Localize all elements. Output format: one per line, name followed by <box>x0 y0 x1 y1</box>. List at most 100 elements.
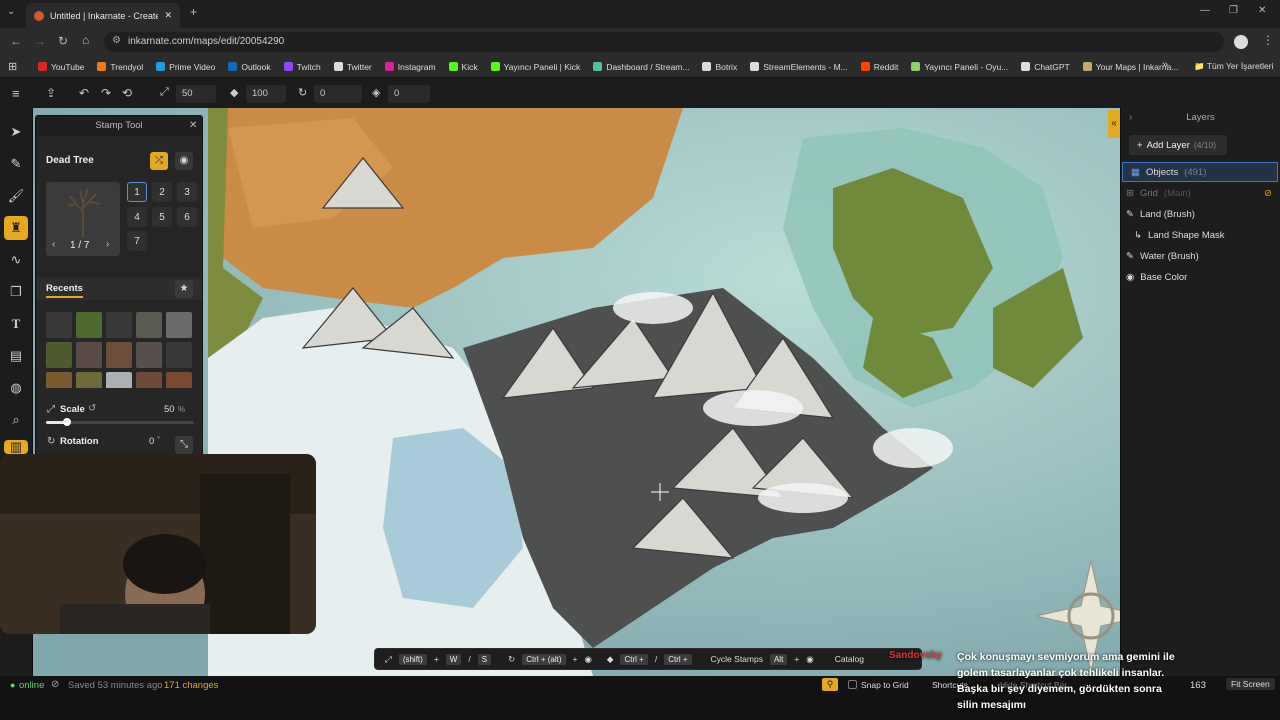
variation-1-button[interactable]: 1 <box>127 182 147 202</box>
site-info-icon[interactable]: ⚙ <box>112 35 121 46</box>
bookmark-item[interactable]: Instagram <box>384 62 436 72</box>
menu-kebab-icon[interactable]: ⋮ <box>1262 33 1274 47</box>
select-tool-icon[interactable]: ➤ <box>4 120 28 144</box>
rotation-value[interactable]: 0 <box>149 436 154 447</box>
variation-7-button[interactable]: 7 <box>127 231 147 251</box>
recent-stamp[interactable] <box>166 312 192 338</box>
bookmark-item[interactable]: Trendyol <box>97 62 143 72</box>
bookmark-item[interactable]: StreamElements - M... <box>750 62 848 72</box>
bookmark-item[interactable]: ChatGPT <box>1021 62 1070 72</box>
extra-tool-icon[interactable]: ▥ <box>4 440 28 454</box>
bookmark-item[interactable]: Twitch <box>283 62 321 72</box>
forward-icon[interactable]: → <box>34 34 46 48</box>
tab-list-icon[interactable]: ⌄ <box>7 6 15 17</box>
brush-tool-icon[interactable]: 🖌 <box>4 184 28 208</box>
undo-icon[interactable]: ↶ <box>79 86 89 100</box>
all-bookmarks-link[interactable]: 📁 Tüm Yer İşaretleri <box>1194 61 1273 72</box>
snap-to-grid-checkbox[interactable] <box>848 680 857 689</box>
bookmark-item[interactable]: YouTube <box>38 62 84 72</box>
bookmark-item[interactable]: Twitter <box>333 62 372 72</box>
favorites-star-icon[interactable]: ★ <box>175 280 193 298</box>
globe-tool-icon[interactable]: ◍ <box>4 376 28 400</box>
recent-stamp[interactable] <box>106 342 132 368</box>
history-icon[interactable]: ⟲ <box>122 86 132 100</box>
rotation-input[interactable]: 0 <box>314 85 362 103</box>
history-icon[interactable]: ⊘ <box>51 679 59 690</box>
bookmark-item[interactable]: Reddit <box>860 62 898 72</box>
bookmark-item[interactable]: Dashboard / Stream... <box>593 62 689 72</box>
layer-land-shape-mask[interactable]: ↳ Land Shape Mask <box>1134 225 1225 245</box>
color-palette-icon[interactable]: ◉ <box>175 152 193 170</box>
recent-stamp[interactable] <box>136 342 162 368</box>
export-icon[interactable]: ⇪ <box>46 86 56 100</box>
layer-base-color[interactable]: ◉ Base Color <box>1126 267 1187 287</box>
text-tool-icon[interactable]: T <box>4 312 28 336</box>
layer-land-brush[interactable]: ✎ Land (Brush) <box>1126 204 1195 224</box>
scale-input[interactable]: 50 <box>176 85 216 103</box>
close-panel-icon[interactable]: ✕ <box>189 120 197 131</box>
eyedropper-tool-icon[interactable]: ✎ <box>4 152 28 176</box>
apps-grid-icon[interactable]: ⊞ <box>8 60 17 73</box>
reload-icon[interactable]: ↻ <box>58 34 68 48</box>
layer-water-brush[interactable]: ✎ Water (Brush) <box>1126 246 1199 266</box>
recent-stamp[interactable] <box>166 342 192 368</box>
path-tool-icon[interactable]: ∿ <box>4 248 28 272</box>
home-icon[interactable]: ⌂ <box>82 33 89 47</box>
scale-slider-handle[interactable] <box>62 418 71 426</box>
back-icon[interactable]: ← <box>10 34 22 48</box>
stamp-tool-icon[interactable]: ♜ <box>4 216 28 240</box>
shape-tool-icon[interactable]: ❐ <box>4 280 28 304</box>
prev-variation-icon[interactable]: ‹ <box>52 239 55 250</box>
maximize-icon[interactable]: ❐ <box>1229 5 1238 16</box>
recent-stamp[interactable] <box>166 372 192 388</box>
collapse-panel-icon[interactable]: › <box>1129 112 1132 123</box>
recent-stamp[interactable] <box>46 342 72 368</box>
fit-screen-button[interactable]: Fit Screen <box>1226 678 1275 690</box>
random-variation-icon[interactable]: ⤮ <box>150 152 168 170</box>
recent-stamp[interactable] <box>136 372 162 388</box>
recent-stamp[interactable] <box>76 372 102 388</box>
layer-objects[interactable]: ▦ Objects (491) <box>1122 162 1278 182</box>
bookmark-item[interactable]: Kick <box>448 62 478 72</box>
recent-stamp[interactable] <box>76 342 102 368</box>
variation-5-button[interactable]: 5 <box>152 207 172 227</box>
url-input[interactable]: inkarnate.com/maps/edit/20054290 <box>104 32 1224 52</box>
bookmark-item[interactable]: Botrix <box>702 62 737 72</box>
recent-stamp[interactable] <box>76 312 102 338</box>
layer-index-input[interactable]: 0 <box>388 85 430 103</box>
notes-tool-icon[interactable]: ▤ <box>4 344 28 368</box>
bookmark-item[interactable]: Yayıncı Paneli | Kick <box>490 62 580 72</box>
browser-tab[interactable]: Untitled | Inkarnate - Create Fa... ✕ <box>26 3 180 28</box>
profile-avatar[interactable] <box>1234 35 1248 49</box>
zoom-level[interactable]: 163 <box>1190 680 1206 691</box>
collapse-layers-icon[interactable]: « <box>1108 110 1120 138</box>
random-rotation-icon[interactable]: ⤡ <box>175 436 193 454</box>
close-tab-icon[interactable]: ✕ <box>164 10 172 21</box>
variation-2-button[interactable]: 2 <box>152 182 172 202</box>
recent-stamp[interactable] <box>106 372 132 388</box>
variation-4-button[interactable]: 4 <box>127 207 147 227</box>
snap-toggle-icon[interactable]: ⚲ <box>822 678 838 691</box>
bookmark-item[interactable]: Prime Video <box>156 62 215 72</box>
close-window-icon[interactable]: ✕ <box>1258 5 1266 16</box>
opacity-input[interactable]: 100 <box>246 85 286 103</box>
bookmark-item[interactable]: Yayıncı Paneli - Oyu... <box>911 62 1008 72</box>
hamburger-menu-icon[interactable]: ≡ <box>12 86 20 101</box>
add-layer-button[interactable]: + Add Layer (4/10) <box>1129 135 1227 155</box>
minimize-icon[interactable]: — <box>1200 5 1210 16</box>
variation-6-button[interactable]: 6 <box>177 207 197 227</box>
hidden-eye-icon[interactable]: ⊘ <box>1264 188 1272 199</box>
layer-grid[interactable]: ⊞ Grid (Main) ⊘ <box>1126 183 1272 203</box>
more-bookmarks-icon[interactable]: » <box>1162 59 1168 71</box>
reset-scale-icon[interactable]: ↺ <box>88 403 96 414</box>
change-count[interactable]: 171 changes <box>164 680 218 691</box>
zoom-tool-icon[interactable]: ⌕ <box>4 408 28 432</box>
recent-stamp[interactable] <box>136 312 162 338</box>
new-tab-icon[interactable]: + <box>190 5 197 19</box>
recent-stamp[interactable] <box>46 372 72 388</box>
recent-stamp[interactable] <box>106 312 132 338</box>
variation-3-button[interactable]: 3 <box>177 182 197 202</box>
recent-stamp[interactable] <box>46 312 72 338</box>
redo-icon[interactable]: ↷ <box>101 86 111 100</box>
bookmark-item[interactable]: Outlook <box>228 62 271 72</box>
